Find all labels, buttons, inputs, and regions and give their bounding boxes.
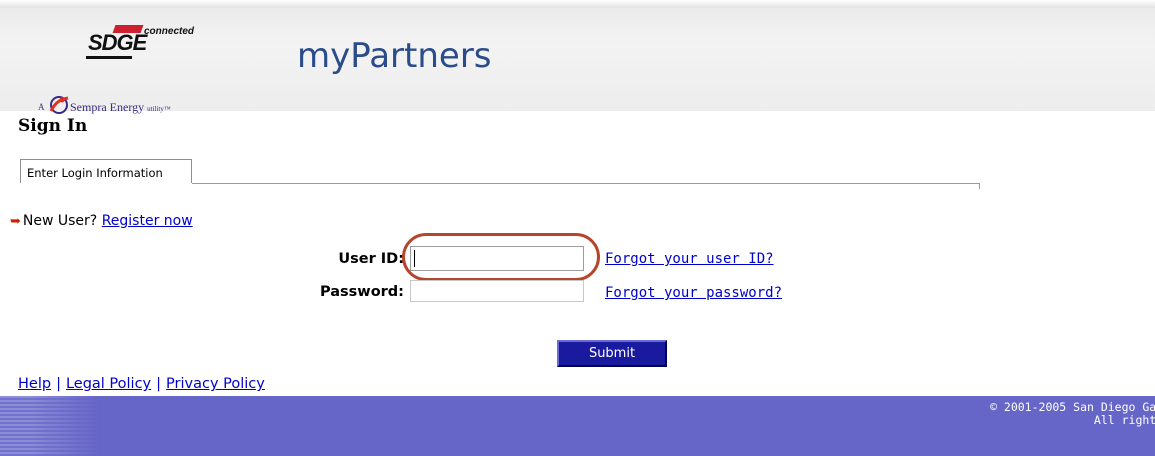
- text-caret: [414, 250, 415, 267]
- logo-underline: [86, 56, 132, 59]
- footer-stripes-decoration: [0, 396, 100, 456]
- logo-parent-prefix: A: [38, 102, 45, 112]
- sempra-swirl-icon: [49, 96, 69, 114]
- forgot-password-link[interactable]: Forgot your password?: [605, 285, 782, 301]
- register-now-link[interactable]: Register now: [102, 213, 193, 229]
- logo-tagline: connected: [144, 26, 195, 37]
- password-input[interactable]: [410, 280, 584, 302]
- new-user-text: New User?: [22, 213, 98, 229]
- app-title: myPartners: [297, 36, 492, 76]
- help-link[interactable]: Help: [18, 376, 51, 392]
- footer-links: Help | Legal Policy | Privacy Policy: [18, 376, 265, 392]
- legal-policy-link[interactable]: Legal Policy: [66, 376, 151, 392]
- privacy-policy-link[interactable]: Privacy Policy: [166, 376, 265, 392]
- page-title: Sign In: [18, 116, 88, 136]
- logo-parent-name: Sempra Energy utility™: [70, 100, 171, 114]
- footer-separator: |: [156, 376, 162, 392]
- copyright-notice: © 2001-2005 San Diego Gas & All rights r: [990, 401, 1155, 427]
- logo-brand-text: SDGE: [88, 30, 147, 55]
- header-top-shadow: [0, 0, 1155, 8]
- red-arrow-icon: ➥: [10, 214, 21, 229]
- sdge-logo[interactable]: SDGE connected A Sempra Energy utility™: [30, 22, 200, 114]
- site-footer: © 2001-2005 San Diego Gas & All rights r: [0, 396, 1155, 456]
- footer-separator: |: [56, 376, 61, 392]
- tab-enter-login-information[interactable]: Enter Login Information: [20, 159, 192, 183]
- site-header: SDGE connected A Sempra Energy utility™ …: [0, 0, 1155, 114]
- forgot-user-id-link[interactable]: Forgot your user ID?: [605, 251, 774, 267]
- user-id-input[interactable]: [410, 246, 584, 271]
- submit-button[interactable]: Submit: [557, 340, 667, 367]
- copyright-line-2: All rights r: [1093, 413, 1155, 427]
- tab-baseline-end: [979, 183, 980, 189]
- tab-baseline: [192, 183, 980, 184]
- password-label: Password:: [320, 284, 404, 300]
- user-id-label: User ID:: [338, 251, 404, 267]
- new-user-prompt: ➥ New User? Register now: [10, 213, 193, 229]
